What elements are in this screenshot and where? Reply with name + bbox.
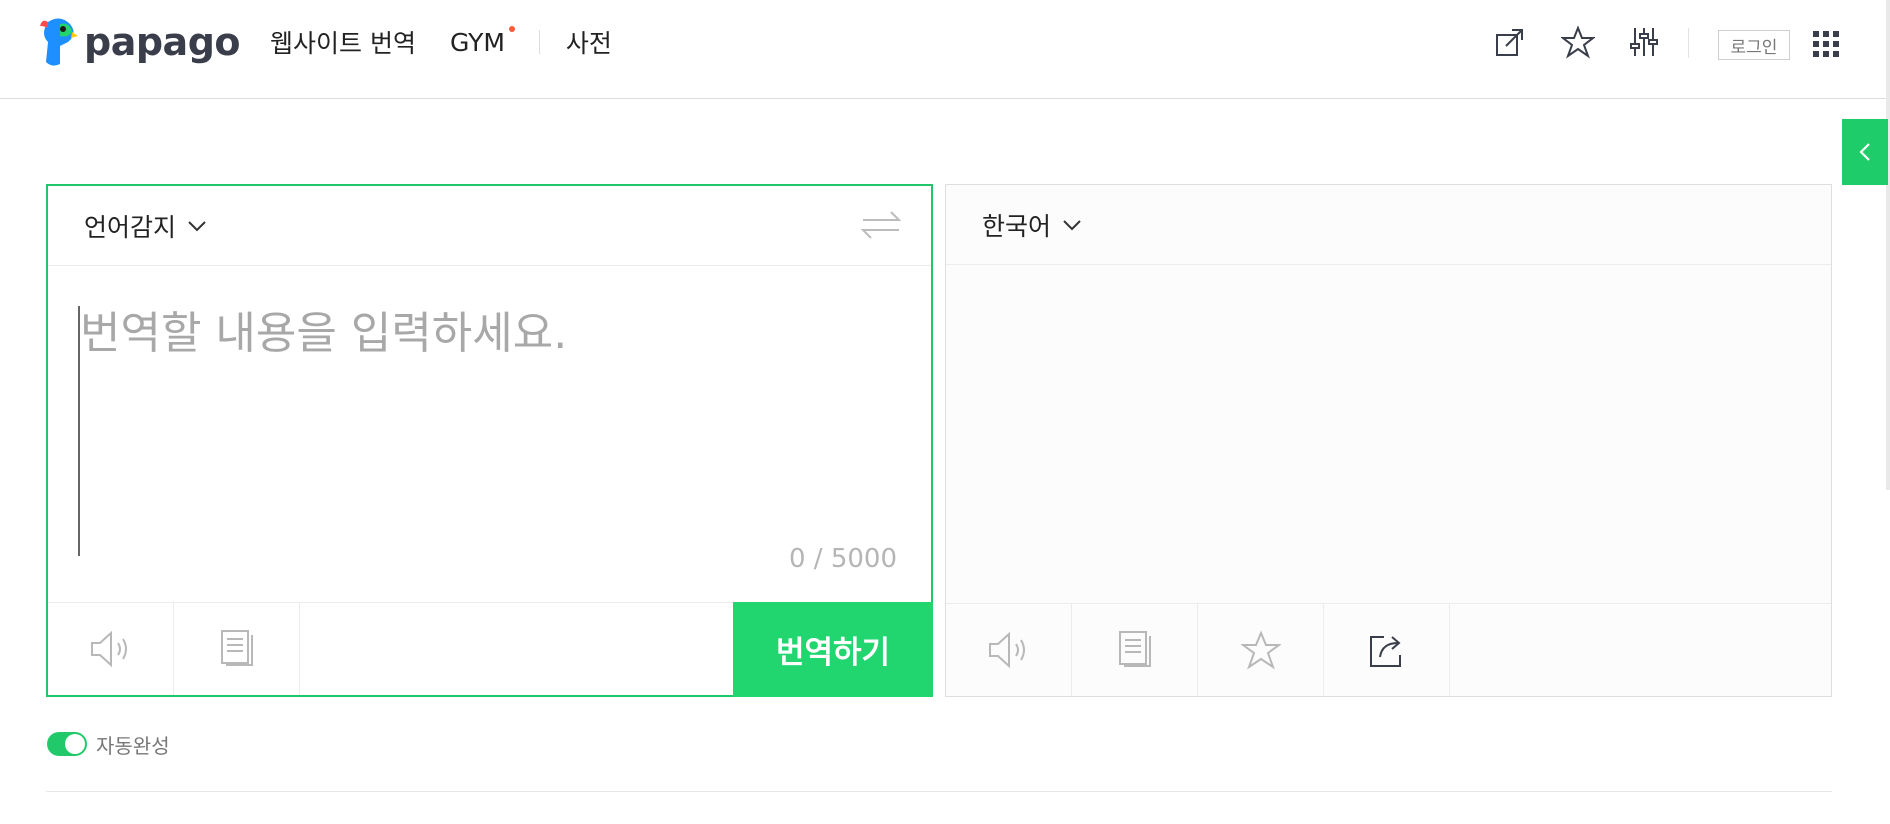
side-panel-toggle[interactable] [1842,119,1888,185]
top-nav: 웹사이트 번역 GYM 사전 [270,22,646,62]
login-button[interactable]: 로그인 [1718,30,1790,60]
target-panel-header: 한국어 [946,185,1831,265]
open-external-icon[interactable] [1488,20,1532,64]
nav-gym-label: GYM [449,27,505,57]
parrot-logo-icon [40,18,78,66]
autocomplete-row: 자동완성 [47,731,170,758]
header: papago 웹사이트 번역 GYM 사전 로그인 [0,0,1890,99]
source-language-select[interactable]: 언어감지 [84,208,208,244]
nav-divider [538,30,540,54]
copy-icon [220,630,253,666]
grid-apps-icon[interactable] [1812,30,1840,58]
source-panel: 언어감지 번역할 내용을 입력하세요. 0 / 5000 번역하기 [46,184,933,697]
chevron-down-icon [1063,220,1081,231]
source-text-input[interactable]: 번역할 내용을 입력하세요. [78,306,901,556]
source-panel-header: 언어감지 [48,186,931,266]
char-count: 0 / 5000 [789,544,897,574]
divider [46,791,1832,792]
chevron-down-icon [188,221,206,232]
autocomplete-toggle[interactable] [47,732,87,756]
speaker-icon [988,631,1025,669]
nav-dictionary[interactable]: 사전 [566,24,612,60]
target-language-select[interactable]: 한국어 [982,207,1083,243]
new-badge-dot [508,25,515,32]
target-copy-button[interactable] [1072,604,1198,696]
header-tools [1488,20,1666,64]
settings-sliders-icon[interactable] [1622,20,1666,64]
target-language-label: 한국어 [982,212,1052,241]
target-panel: 한국어 [945,184,1832,697]
source-copy-button[interactable] [174,603,300,695]
target-favorite-button[interactable] [1198,604,1324,696]
share-icon [1369,636,1401,667]
nav-website-translate[interactable]: 웹사이트 번역 [270,24,416,60]
source-listen-button[interactable] [48,603,174,695]
papago-logo[interactable]: papago [38,16,241,68]
chevron-left-icon [1859,143,1870,161]
target-panel-footer [946,603,1831,696]
logo-text: papago [84,20,241,64]
page-scrollbar[interactable] [1886,0,1890,490]
source-panel-footer: 번역하기 [48,602,933,697]
target-listen-button[interactable] [946,604,1072,696]
speaker-icon [90,630,127,668]
toggle-knob [65,734,85,754]
header-divider [1688,28,1689,58]
copy-icon [1118,631,1151,667]
star-icon[interactable] [1556,20,1600,64]
autocomplete-label: 자동완성 [96,733,170,758]
target-share-button[interactable] [1324,604,1450,696]
translate-button[interactable]: 번역하기 [733,602,933,697]
source-language-label: 언어감지 [84,213,177,242]
star-icon [1240,630,1281,670]
nav-gym[interactable]: GYM [449,25,515,57]
swap-languages-icon[interactable] [861,208,901,242]
